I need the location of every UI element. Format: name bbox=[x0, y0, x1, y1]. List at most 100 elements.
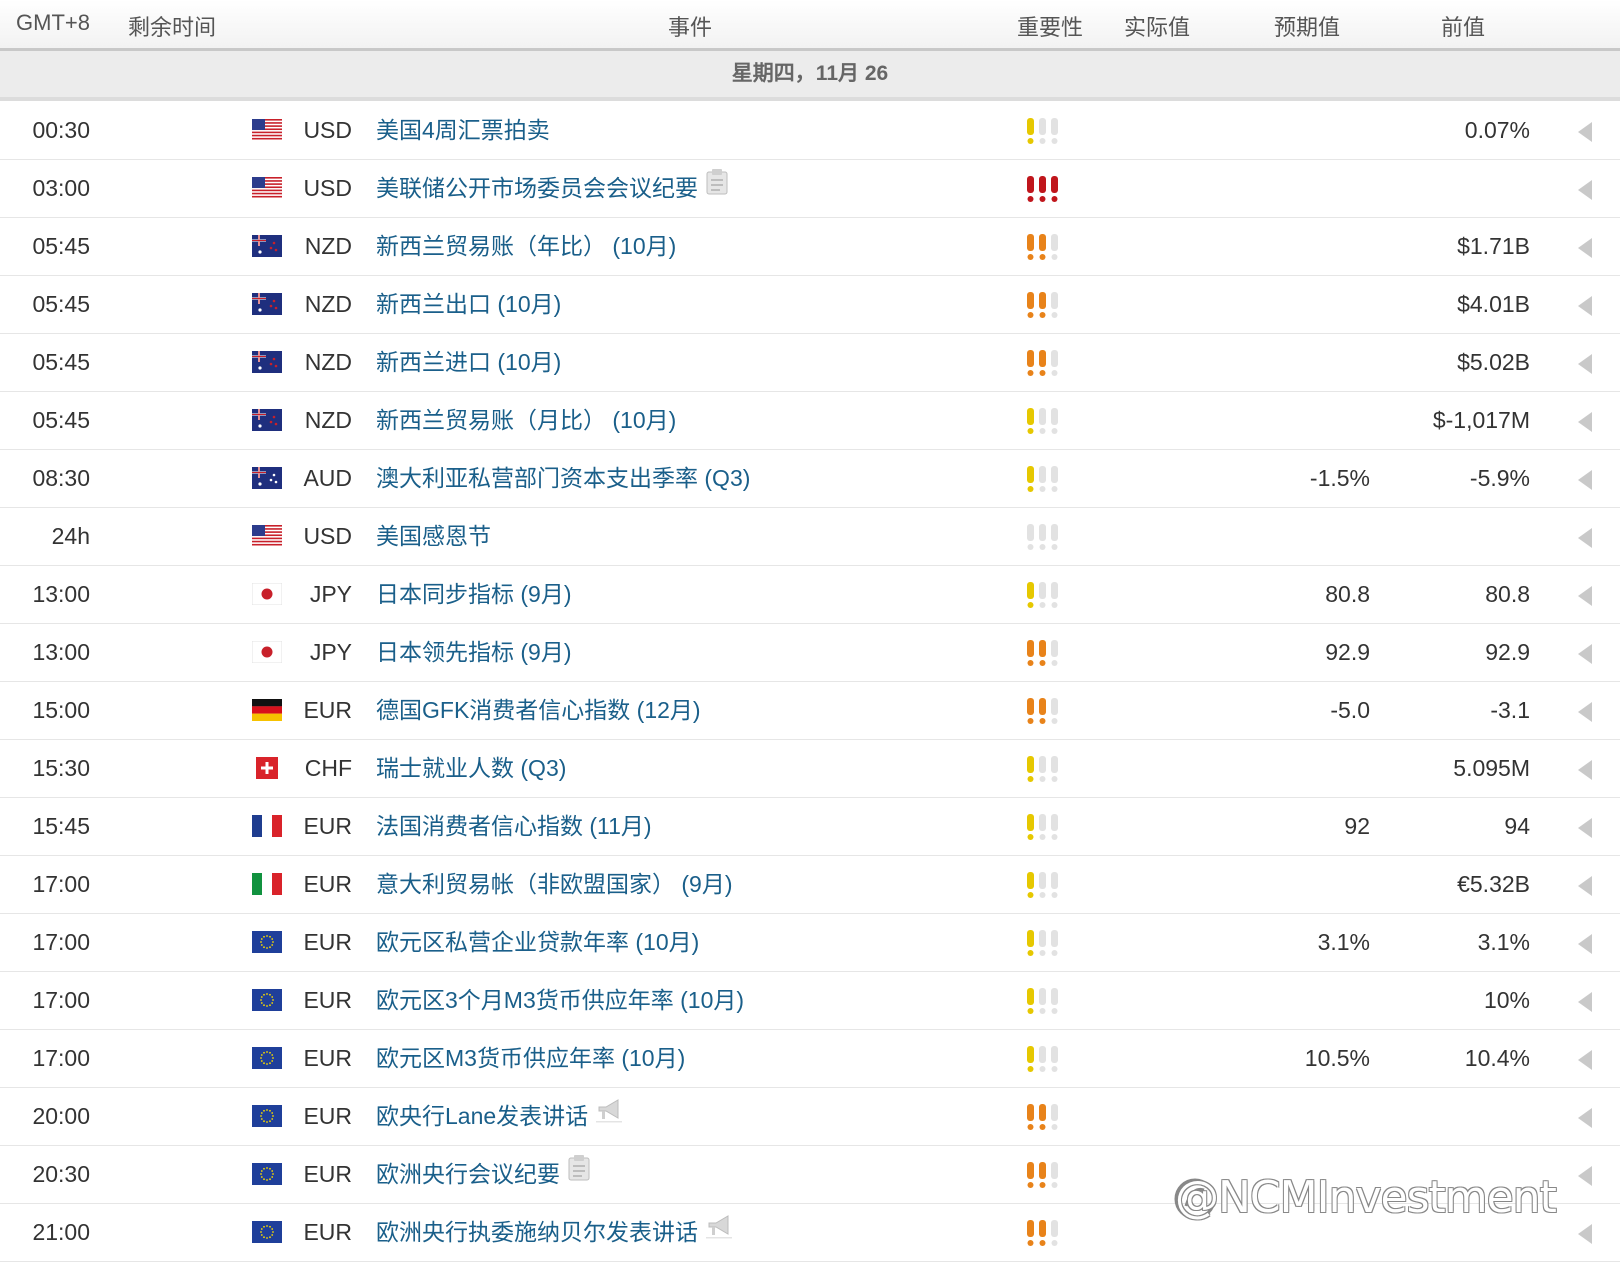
event-row[interactable]: 03:00 USD 美联储公开市场委员会会议纪要 bbox=[0, 160, 1620, 218]
importance-icon bbox=[1025, 118, 1063, 144]
megaphone-icon[interactable] bbox=[596, 1087, 623, 1144]
event-name-link[interactable]: 新西兰出口 (10月) bbox=[376, 291, 561, 317]
event-row[interactable]: 08:30 AUD 澳大利亚私营部门资本支出季率 (Q3) -1.5% -5.9… bbox=[0, 450, 1620, 508]
event-name-link[interactable]: 法国消费者信心指数 (11月) bbox=[376, 813, 652, 839]
event-name-link[interactable]: 澳大利亚私营部门资本支出季率 (Q3) bbox=[376, 465, 750, 491]
event-name-link[interactable]: 欧元区M3货币供应年率 (10月) bbox=[376, 1045, 685, 1071]
event-name-link[interactable]: 日本领先指标 (9月) bbox=[376, 639, 572, 665]
event-previous: 10.4% bbox=[1464, 1045, 1530, 1071]
expand-arrow-icon[interactable] bbox=[1578, 934, 1592, 954]
event-name-cell: 新西兰贸易账（年比） (10月) bbox=[376, 218, 676, 275]
expand-arrow-icon[interactable] bbox=[1578, 470, 1592, 490]
expand-arrow-icon[interactable] bbox=[1578, 1050, 1592, 1070]
event-row[interactable]: 17:00 EUR 欧元区3个月M3货币供应年率 (10月) 10% bbox=[0, 972, 1620, 1030]
expand-arrow-icon[interactable] bbox=[1578, 876, 1592, 896]
event-name-link[interactable]: 欧洲央行执委施纳贝尔发表讲话 bbox=[376, 1219, 698, 1245]
event-row[interactable]: 13:00 JPY 日本同步指标 (9月) 80.8 80.8 bbox=[0, 566, 1620, 624]
event-name-link[interactable]: 意大利贸易帐（非欧盟国家） (9月) bbox=[376, 871, 733, 897]
event-name-link[interactable]: 瑞士就业人数 (Q3) bbox=[376, 755, 566, 781]
expand-arrow-icon[interactable] bbox=[1578, 644, 1592, 664]
header-timezone[interactable]: GMT+8 bbox=[16, 10, 90, 36]
expand-arrow-icon[interactable] bbox=[1578, 354, 1592, 374]
event-row[interactable]: 15:00 EUR 德国GFK消费者信心指数 (12月) -5.0 -3.1 bbox=[0, 682, 1620, 740]
event-name-link[interactable]: 美国感恩节 bbox=[376, 523, 491, 549]
event-row[interactable]: 17:00 EUR 欧元区私营企业贷款年率 (10月) 3.1% 3.1% bbox=[0, 914, 1620, 972]
header-actual: 实际值 bbox=[1124, 15, 1191, 40]
importance-icon bbox=[1025, 350, 1063, 376]
document-icon[interactable] bbox=[568, 1145, 590, 1202]
event-time: 08:30 bbox=[32, 465, 90, 491]
event-row[interactable]: 05:45 NZD 新西兰贸易账（年比） (10月) $1.71B bbox=[0, 218, 1620, 276]
megaphone-icon[interactable] bbox=[706, 1203, 732, 1260]
event-currency: USD bbox=[303, 523, 352, 549]
expand-arrow-icon[interactable] bbox=[1578, 992, 1592, 1012]
expand-arrow-icon[interactable] bbox=[1578, 180, 1592, 200]
importance-icon bbox=[1025, 698, 1063, 724]
event-currency: EUR bbox=[303, 1219, 352, 1245]
event-previous: $-1,017M bbox=[1432, 407, 1530, 433]
expand-arrow-icon[interactable] bbox=[1578, 1224, 1592, 1244]
event-name-link[interactable]: 日本同步指标 (9月) bbox=[376, 581, 572, 607]
expand-arrow-icon[interactable] bbox=[1578, 760, 1592, 780]
event-name-cell: 德国GFK消费者信心指数 (12月) bbox=[376, 682, 701, 739]
event-previous bbox=[1380, 160, 1530, 217]
event-forecast bbox=[1230, 972, 1370, 1029]
event-time: 21:00 bbox=[32, 1219, 90, 1245]
event-previous bbox=[1380, 1088, 1530, 1145]
event-row[interactable]: 15:45 EUR 法国消费者信心指数 (11月) 92 94 bbox=[0, 798, 1620, 856]
event-currency: NZD bbox=[304, 291, 352, 317]
expand-arrow-icon[interactable] bbox=[1578, 818, 1592, 838]
expand-arrow-icon[interactable] bbox=[1578, 296, 1592, 316]
event-name-cell: 新西兰贸易账（月比） (10月) bbox=[376, 392, 676, 449]
event-time: 20:30 bbox=[32, 1161, 90, 1187]
flag-eu-icon bbox=[252, 1105, 282, 1127]
event-name-link[interactable]: 欧央行Lane发表讲话 bbox=[376, 1103, 588, 1129]
event-row[interactable]: 20:00 EUR 欧央行Lane发表讲话 bbox=[0, 1088, 1620, 1146]
event-row[interactable]: 15:30 CHF 瑞士就业人数 (Q3) 5.095M bbox=[0, 740, 1620, 798]
event-forecast: -5.0 bbox=[1330, 697, 1370, 723]
expand-arrow-icon[interactable] bbox=[1578, 586, 1592, 606]
event-currency: USD bbox=[303, 175, 352, 201]
event-name-link[interactable]: 欧元区私营企业贷款年率 (10月) bbox=[376, 929, 699, 955]
event-time: 17:00 bbox=[32, 929, 90, 955]
event-actual bbox=[1110, 798, 1220, 855]
event-name-link[interactable]: 欧洲央行会议纪要 bbox=[376, 1161, 560, 1187]
event-name-link[interactable]: 德国GFK消费者信心指数 (12月) bbox=[376, 697, 701, 723]
event-name-link[interactable]: 欧元区3个月M3货币供应年率 (10月) bbox=[376, 987, 744, 1013]
event-actual bbox=[1110, 508, 1220, 565]
event-name-link[interactable]: 美国4周汇票拍卖 bbox=[376, 117, 550, 143]
event-row[interactable]: 24h USD 美国感恩节 bbox=[0, 508, 1620, 566]
event-row[interactable]: 05:45 NZD 新西兰进口 (10月) $5.02B bbox=[0, 334, 1620, 392]
header-previous: 前值 bbox=[1441, 15, 1486, 40]
event-time: 05:45 bbox=[32, 349, 90, 375]
event-forecast bbox=[1230, 740, 1370, 797]
event-forecast: 80.8 bbox=[1325, 581, 1370, 607]
event-name-link[interactable]: 新西兰进口 (10月) bbox=[376, 349, 561, 375]
expand-arrow-icon[interactable] bbox=[1578, 412, 1592, 432]
expand-arrow-icon[interactable] bbox=[1578, 1166, 1592, 1186]
event-row[interactable]: 13:00 JPY 日本领先指标 (9月) 92.9 92.9 bbox=[0, 624, 1620, 682]
event-forecast bbox=[1230, 508, 1370, 565]
event-name-link[interactable]: 新西兰贸易账（月比） (10月) bbox=[376, 407, 676, 433]
event-row[interactable]: 05:45 NZD 新西兰出口 (10月) $4.01B bbox=[0, 276, 1620, 334]
event-name-link[interactable]: 美联储公开市场委员会会议纪要 bbox=[376, 175, 698, 201]
expand-arrow-icon[interactable] bbox=[1578, 702, 1592, 722]
event-row[interactable]: 17:00 EUR 欧元区M3货币供应年率 (10月) 10.5% 10.4% bbox=[0, 1030, 1620, 1088]
event-row[interactable]: 00:30 USD 美国4周汇票拍卖 0.07% bbox=[0, 102, 1620, 160]
event-row[interactable]: 17:00 EUR 意大利贸易帐（非欧盟国家） (9月) €5.32B bbox=[0, 856, 1620, 914]
event-previous: -3.1 bbox=[1490, 697, 1530, 723]
expand-arrow-icon[interactable] bbox=[1578, 528, 1592, 548]
importance-icon bbox=[1025, 292, 1063, 318]
event-row[interactable]: 05:45 NZD 新西兰贸易账（月比） (10月) $-1,017M bbox=[0, 392, 1620, 450]
event-time: 17:00 bbox=[32, 1045, 90, 1071]
expand-arrow-icon[interactable] bbox=[1578, 122, 1592, 142]
event-forecast: -1.5% bbox=[1309, 465, 1370, 491]
event-name-cell: 欧元区M3货币供应年率 (10月) bbox=[376, 1030, 685, 1087]
expand-arrow-icon[interactable] bbox=[1578, 238, 1592, 258]
event-forecast bbox=[1230, 276, 1370, 333]
flag-de-icon bbox=[252, 699, 282, 721]
expand-arrow-icon[interactable] bbox=[1578, 1108, 1592, 1128]
event-forecast bbox=[1230, 160, 1370, 217]
event-name-link[interactable]: 新西兰贸易账（年比） (10月) bbox=[376, 233, 676, 259]
document-icon[interactable] bbox=[706, 159, 728, 216]
